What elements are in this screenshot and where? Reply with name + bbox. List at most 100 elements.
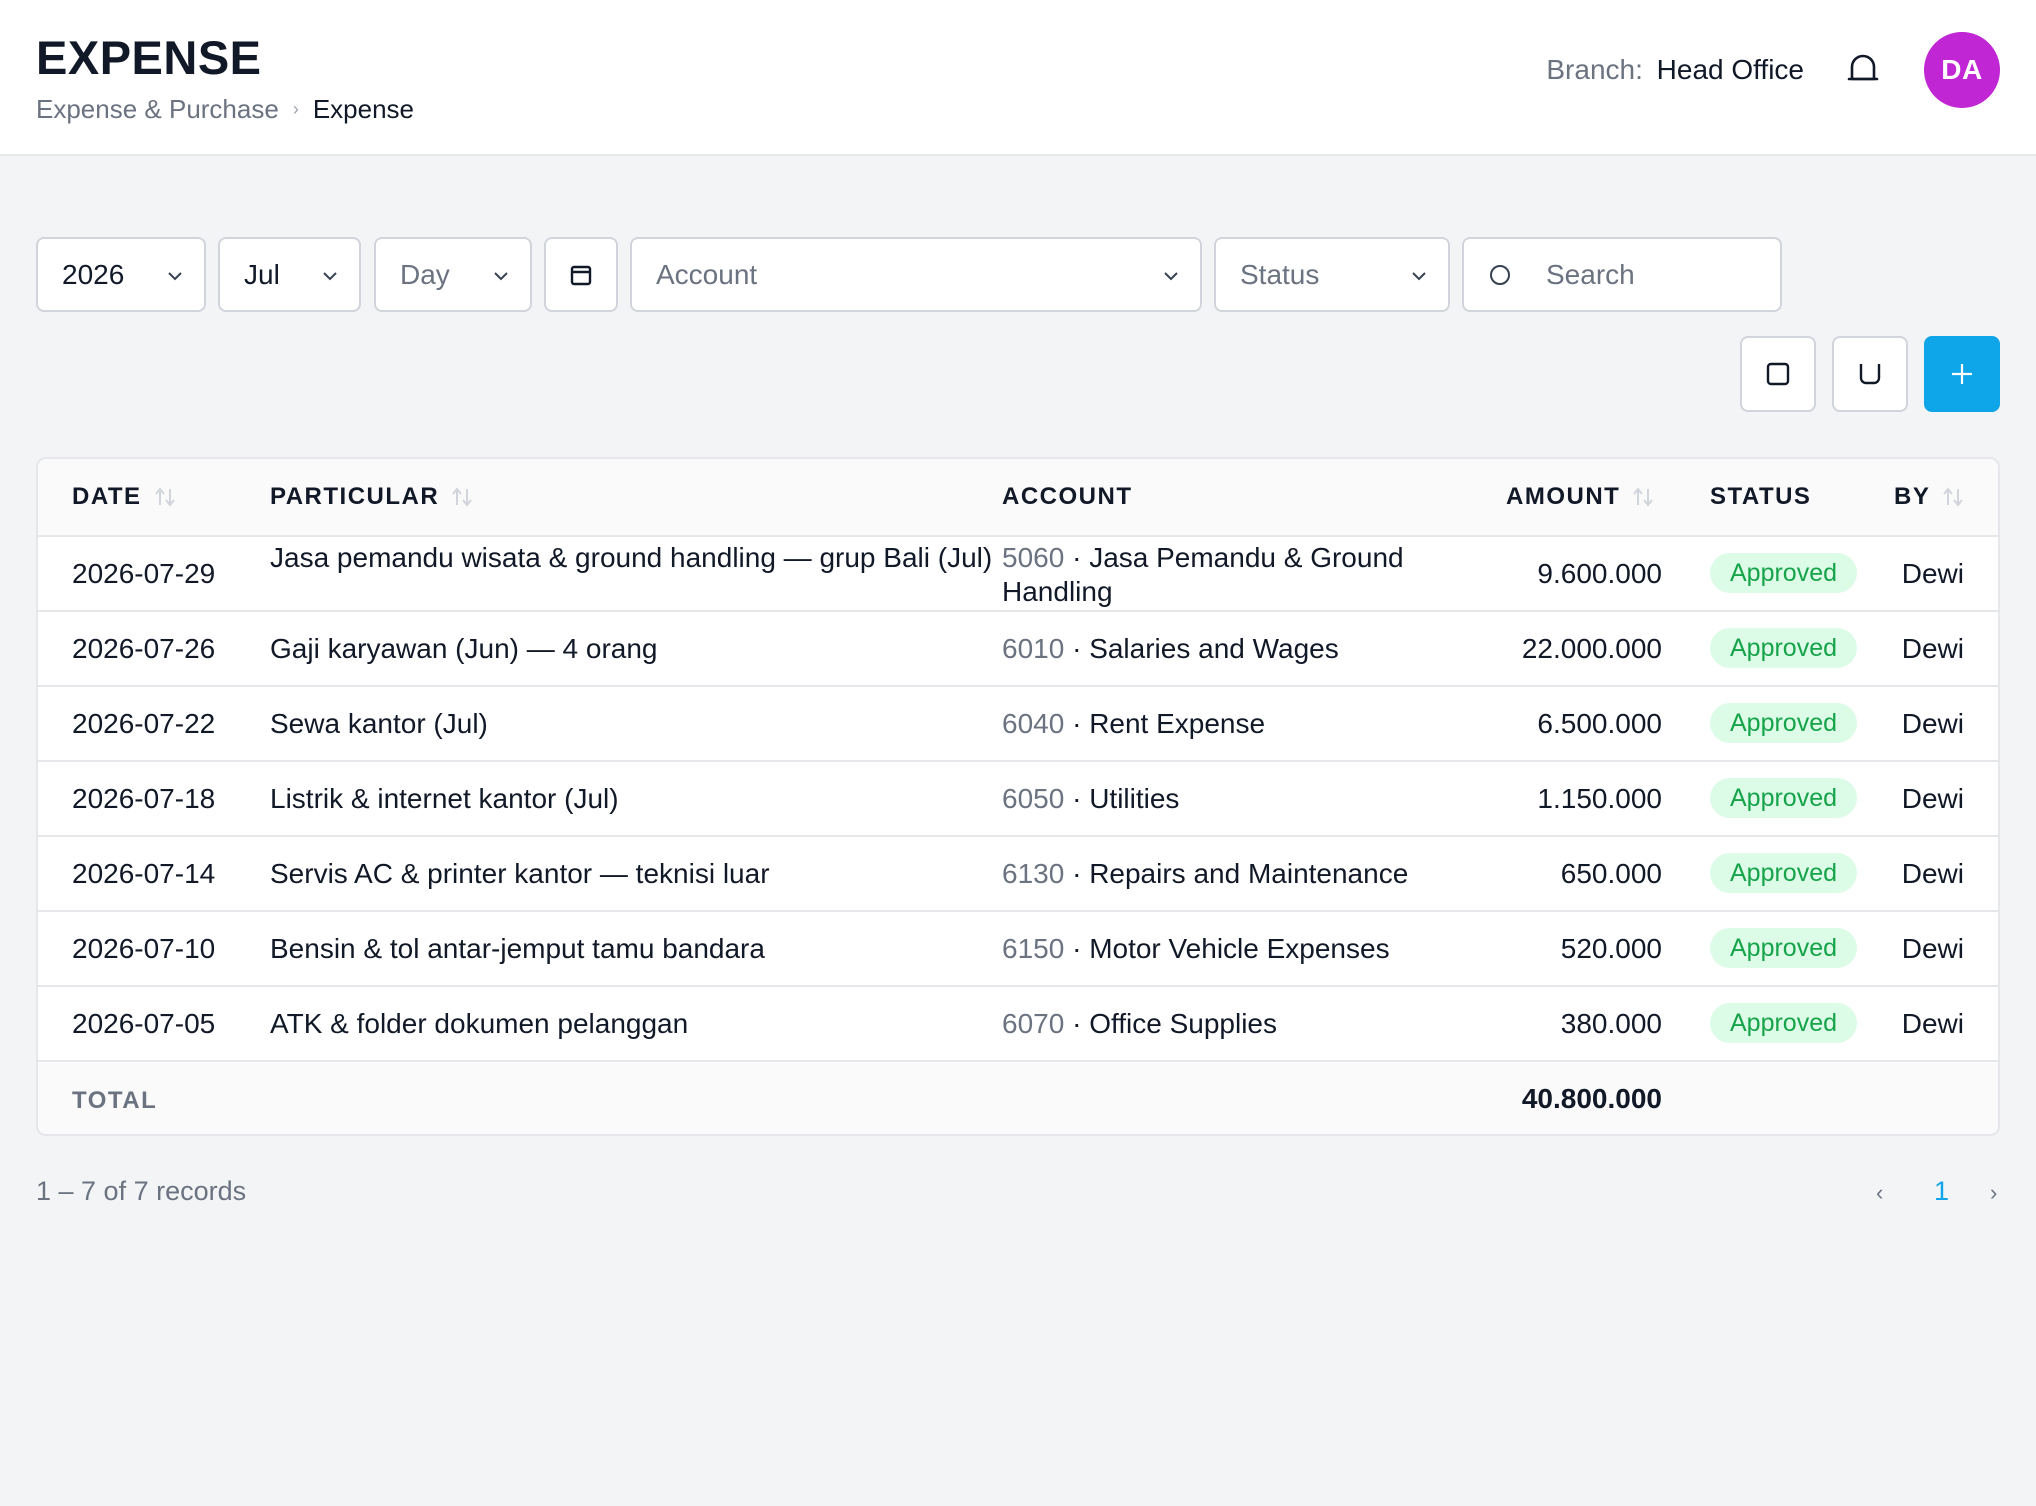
row-account: 6010 · Salaries and Wages: [1002, 633, 1339, 664]
row-amount: 650.000: [1560, 858, 1662, 889]
record-count: 1 – 7 of 7 records: [36, 1176, 247, 1206]
chevron-down-icon: [323, 272, 337, 281]
status-badge: Approved: [1710, 853, 1858, 893]
table-row[interactable]: 2026-07-18 Listrik & internet kantor (Ju…: [38, 762, 1998, 837]
expense-table: DATE PARTICULAR ACCOUNT AMOUNT STATUS BY…: [36, 457, 2000, 1136]
table-header: DATE PARTICULAR ACCOUNT AMOUNT STATUS BY: [38, 459, 1998, 537]
table-row[interactable]: 2026-07-22 Sewa kantor (Jul) 6040 · Rent…: [38, 687, 1998, 762]
table-row[interactable]: 2026-07-26 Gaji karyawan (Jun) — 4 orang…: [38, 612, 1998, 687]
page-title: EXPENSE: [36, 31, 262, 84]
status-badge: Approved: [1710, 553, 1858, 593]
pagination-next[interactable]: ›: [1990, 1180, 1997, 1206]
date-picker-button[interactable]: [544, 237, 618, 312]
row-particular: Gaji karyawan (Jun) — 4 orang: [270, 633, 658, 664]
year-value: 2026: [62, 258, 125, 290]
account-code: 5060: [1002, 542, 1065, 573]
row-date: 2026-07-10: [72, 933, 216, 964]
sort-icon: [1943, 487, 1964, 507]
table-row[interactable]: 2026-07-14 Servis AC & printer kantor — …: [38, 837, 1998, 912]
month-select[interactable]: Jul: [218, 237, 361, 312]
row-account: 6130 · Repairs and Maintenance: [1002, 858, 1409, 889]
calendar-icon: [570, 265, 592, 285]
account-name: Salaries and Wages: [1089, 633, 1339, 664]
add-expense-button[interactable]: [1924, 336, 2000, 412]
pagination-prev[interactable]: ‹: [1876, 1180, 1883, 1206]
row-by: Dewi: [1901, 633, 1964, 664]
account-name: Rent Expense: [1089, 708, 1266, 739]
column-date-label: DATE: [72, 483, 142, 510]
row-particular: Bensin & tol antar-jemput tamu bandara: [270, 933, 765, 964]
row-amount: 520.000: [1560, 933, 1662, 964]
row-account: 5060 · Jasa Pemandu & Ground Handling: [1002, 542, 1404, 607]
column-date[interactable]: DATE: [72, 483, 178, 511]
day-select[interactable]: Day: [374, 237, 532, 312]
row-amount: 22.000.000: [1521, 633, 1662, 664]
export-button[interactable]: [1832, 336, 1908, 412]
column-by[interactable]: BY: [1894, 483, 1966, 511]
account-code: 6130: [1002, 858, 1065, 889]
square-icon: [1766, 362, 1790, 386]
chevron-down-icon: [1164, 272, 1178, 281]
status-badge: Approved: [1710, 1003, 1858, 1043]
account-code: 6070: [1002, 1008, 1065, 1039]
account-name: Motor Vehicle Expenses: [1089, 933, 1390, 964]
row-date: 2026-07-14: [72, 858, 216, 889]
chevron-down-icon: [1412, 272, 1426, 281]
day-placeholder: Day: [400, 258, 450, 290]
upload-icon: [1859, 364, 1881, 385]
row-by: Dewi: [1901, 558, 1964, 589]
plus-icon: [1952, 364, 1972, 384]
row-by: Dewi: [1901, 1008, 1964, 1039]
branch-selector[interactable]: Branch: Head Office: [1546, 54, 1804, 86]
column-particular[interactable]: PARTICULAR: [270, 483, 475, 511]
branch-value: Head Office: [1656, 54, 1804, 85]
row-account: 6040 · Rent Expense: [1002, 708, 1266, 739]
row-date: 2026-07-22: [72, 708, 216, 739]
account-code: 6040: [1002, 708, 1065, 739]
app-header: EXPENSE Expense & Purchase › Expense Bra…: [0, 0, 2036, 156]
search-input[interactable]: Search: [1462, 237, 1782, 312]
row-particular: ATK & folder dokumen pelanggan: [270, 1008, 689, 1039]
status-badge: Approved: [1710, 778, 1858, 818]
sort-icon: [1633, 487, 1654, 507]
table-row[interactable]: 2026-07-29 Jasa pemandu wisata & ground …: [38, 537, 1998, 612]
avatar[interactable]: DA: [1924, 32, 2000, 108]
year-select[interactable]: 2026: [36, 237, 206, 312]
account-name: Repairs and Maintenance: [1089, 858, 1409, 889]
pagination-page-1[interactable]: 1: [1934, 1176, 1949, 1207]
status-badge: Approved: [1710, 628, 1858, 668]
sort-icon: [452, 487, 472, 507]
status-badge: Approved: [1710, 928, 1858, 968]
account-code: 6010: [1002, 633, 1065, 664]
breadcrumb-parent[interactable]: Expense & Purchase: [36, 94, 279, 125]
row-particular: Servis AC & printer kantor — teknisi lua…: [270, 858, 770, 889]
bell-icon[interactable]: [1846, 52, 1880, 86]
row-date: 2026-07-26: [72, 633, 216, 664]
table-row[interactable]: 2026-07-10 Bensin & tol antar-jemput tam…: [38, 912, 1998, 987]
select-mode-button[interactable]: [1740, 336, 1816, 412]
row-date: 2026-07-18: [72, 783, 216, 814]
account-select[interactable]: Account: [630, 237, 1202, 312]
row-account: 6070 · Office Supplies: [1002, 1008, 1277, 1039]
row-by: Dewi: [1901, 783, 1964, 814]
column-by-label: BY: [1894, 483, 1931, 510]
row-by: Dewi: [1901, 708, 1964, 739]
column-status-label: STATUS: [1710, 483, 1812, 510]
status-badge: Approved: [1710, 703, 1858, 743]
column-amount-label: AMOUNT: [1506, 483, 1621, 510]
row-amount: 380.000: [1560, 1008, 1662, 1039]
row-account: 6050 · Utilities: [1002, 783, 1180, 814]
row-amount: 6.500.000: [1537, 708, 1662, 739]
column-amount[interactable]: AMOUNT: [1506, 483, 1656, 511]
table-row[interactable]: 2026-07-05 ATK & folder dokumen pelangga…: [38, 987, 1998, 1062]
branch-label: Branch:: [1546, 54, 1643, 85]
row-amount: 9.600.000: [1537, 558, 1662, 589]
chevron-down-icon: [168, 272, 182, 281]
search-placeholder: Search: [1546, 258, 1635, 290]
status-select[interactable]: Status: [1214, 237, 1450, 312]
row-by: Dewi: [1901, 933, 1964, 964]
breadcrumb-current: Expense: [312, 94, 414, 124]
column-account: ACCOUNT: [1002, 483, 1133, 511]
chevron-down-icon: [494, 272, 508, 281]
total-value: 40.800.000: [1521, 1083, 1662, 1114]
